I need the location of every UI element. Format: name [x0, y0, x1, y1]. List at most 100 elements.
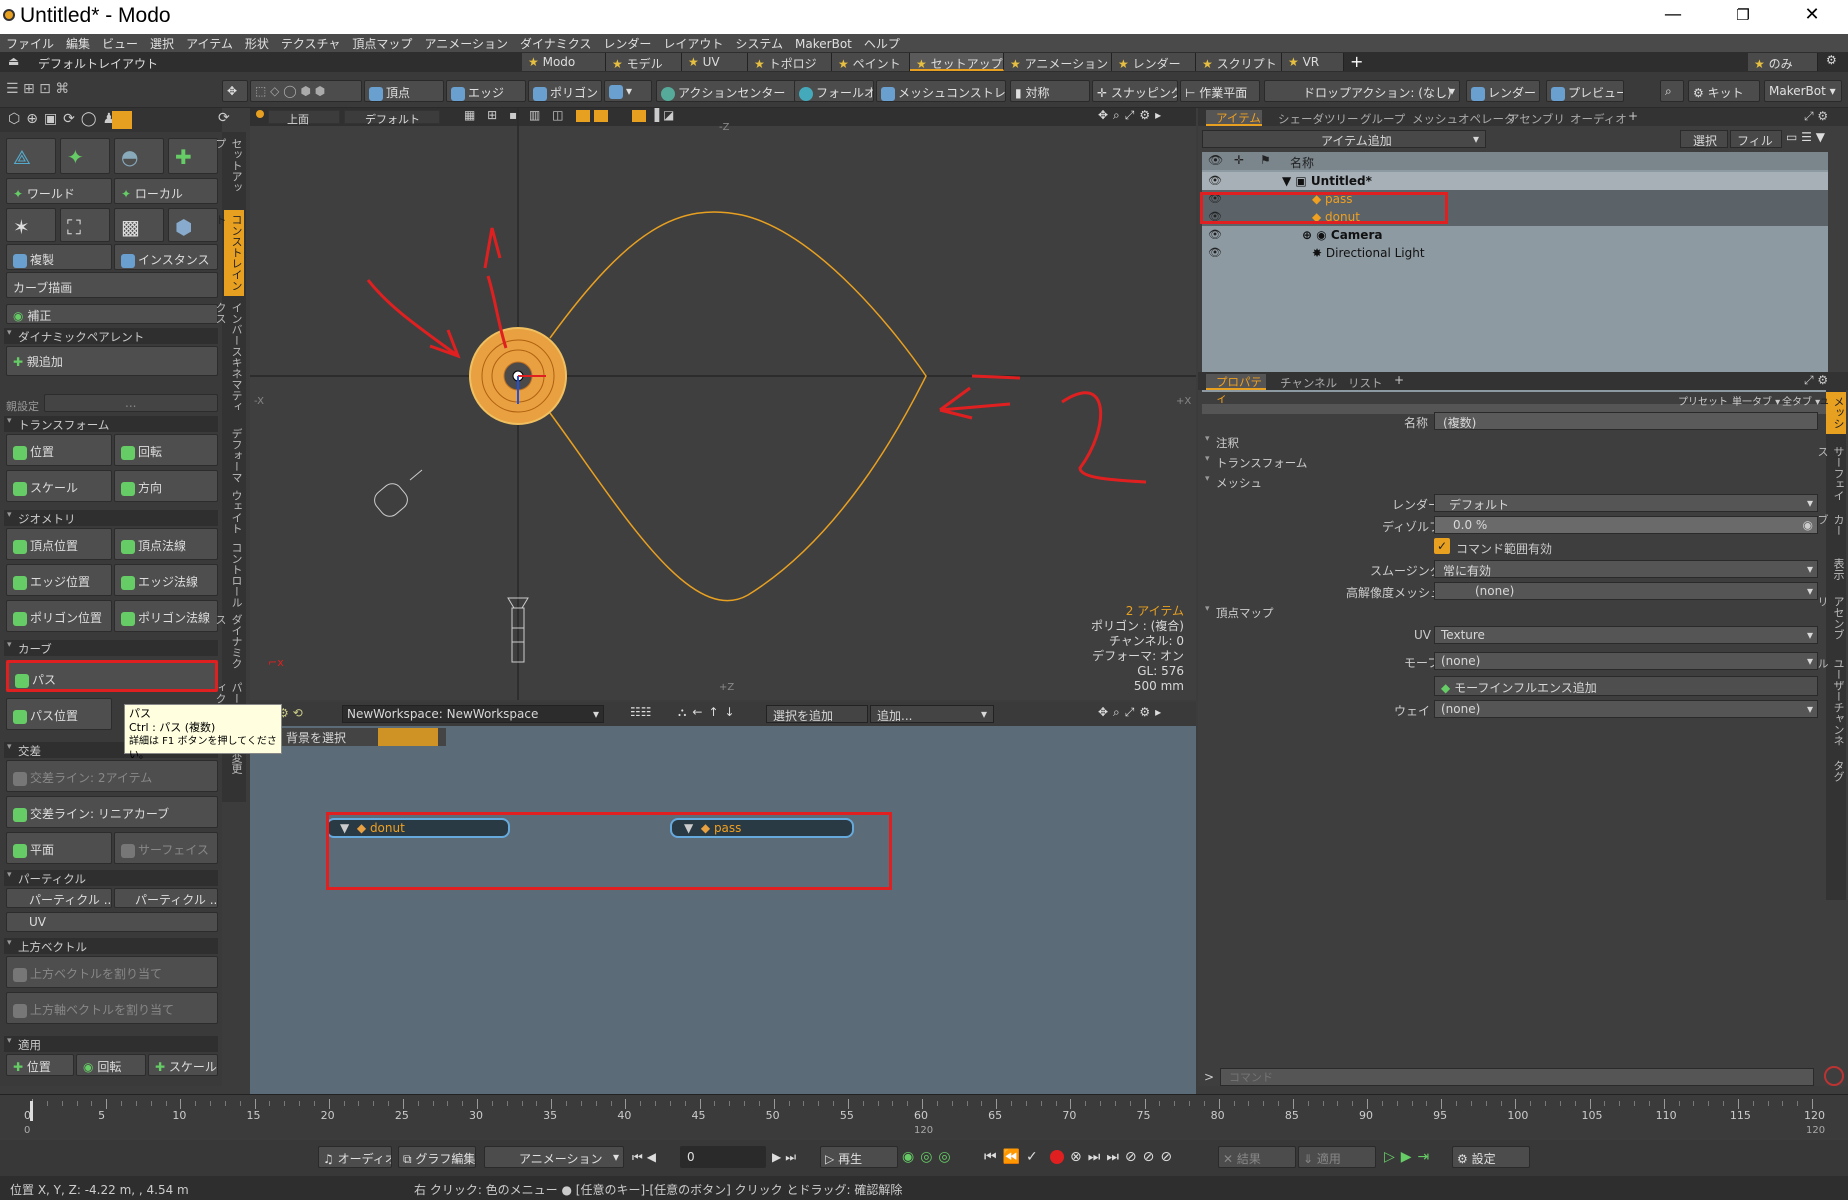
viewport-nav-icons[interactable]: ✥⌕⤢⚙▸	[1098, 108, 1166, 123]
rotation-constraint-button[interactable]: 回転	[114, 434, 218, 466]
command-range-checkbox[interactable]: ✓	[1434, 538, 1450, 554]
tab-channels[interactable]: チャンネル	[1280, 375, 1337, 391]
vtab-dynamics[interactable]: ダイナミクス	[214, 610, 244, 676]
world-button[interactable]: ✦ ワールド	[6, 178, 112, 204]
section-curve[interactable]: カーブ	[4, 640, 218, 656]
menu-render[interactable]: レンダー	[597, 34, 657, 52]
vertex-position-button[interactable]: 頂点位置	[6, 528, 112, 560]
select-button[interactable]: 選択	[1680, 130, 1728, 148]
tab-groups[interactable]: グループ	[1360, 111, 1405, 127]
tab-paint[interactable]: ★ ペイント	[832, 53, 910, 71]
add-selection-button[interactable]: 選択を追加	[766, 705, 868, 723]
timeline[interactable]: 0 5 10 15 20 25 30 35 40 45 50 55 60 65 70 75 80 85 90 95 10…	[0, 1094, 1848, 1138]
path-position-button[interactable]: パス位置	[6, 698, 112, 730]
tab-vr[interactable]: ★ VR	[1282, 53, 1344, 71]
record-icon[interactable]	[1050, 1150, 1064, 1164]
group-locator-icon[interactable]: ⛶	[60, 208, 110, 242]
add-tab-button[interactable]: +	[1350, 52, 1363, 71]
name-field[interactable]: (複数)	[1434, 412, 1818, 430]
morph-dropdown[interactable]: (none) ▾	[1434, 652, 1818, 670]
layout-menu-icon[interactable]: ⏏	[8, 54, 19, 68]
refresh-icon[interactable]: ⟳	[218, 110, 230, 126]
tab-uv[interactable]: ★ UV	[682, 53, 748, 71]
path-curve[interactable]	[549, 211, 927, 602]
preview-button[interactable]: プレビュー	[1546, 80, 1624, 102]
workplane-button[interactable]: ⊢ 作業平面	[1180, 80, 1260, 102]
edge-mode-button[interactable]: エッジ	[446, 80, 526, 102]
vtab-control[interactable]: コントロール	[224, 538, 244, 608]
side-tab-user-channels[interactable]: ユーザーチャンネル	[1816, 654, 1846, 750]
command-input[interactable]	[1220, 1068, 1814, 1086]
polygon-normal-button[interactable]: ポリゴン法線	[114, 600, 218, 632]
tab-assembly[interactable]: アセンブリ	[1508, 111, 1565, 127]
side-tab-assembly[interactable]: アセンブリ	[1816, 592, 1846, 646]
weight-dropdown[interactable]: (none) ▾	[1434, 700, 1818, 718]
tab-mesh-operators[interactable]: メッシュオペレータ	[1412, 111, 1516, 127]
particle-button-1[interactable]: パーティクル ...	[6, 888, 112, 908]
side-tab-curve[interactable]: カーブ	[1816, 510, 1846, 546]
correction-toggle[interactable]: ◉ 補正	[6, 304, 218, 324]
viewport-toggle-icon[interactable]	[594, 110, 608, 122]
intersect-2items-button[interactable]: 交差ライン: 2アイテム	[6, 760, 218, 792]
play-button[interactable]: ▷ 再生	[820, 1146, 898, 1168]
menu-animation[interactable]: アニメーション	[418, 34, 514, 52]
tab-model[interactable]: ★ モデル	[606, 53, 682, 71]
render-dropdown[interactable]: デフォルト ▾	[1434, 494, 1818, 512]
curve-draw-button[interactable]: カーブ描画	[6, 272, 218, 298]
preset-label[interactable]: プリセット	[1678, 393, 1728, 408]
step-back-icons[interactable]: ⏮◀	[632, 1150, 660, 1165]
joint-tool-icon[interactable]: ✦	[60, 138, 110, 174]
section-geometry[interactable]: ジオメトリ	[4, 510, 218, 526]
playback-green-icons[interactable]: ▷▶⇥	[1384, 1149, 1435, 1165]
uv-dropdown[interactable]: Texture ▾	[1434, 626, 1818, 644]
item-mode-dropdown[interactable]: ▾	[604, 80, 652, 102]
tab-animation[interactable]: ★ アニメーション	[1004, 53, 1112, 71]
assign-up-axis-button[interactable]: 上方軸ベクトルを割り当て	[6, 992, 218, 1024]
add-dropdown[interactable]: 追加... ▾	[870, 705, 994, 723]
menu-view[interactable]: ビュー	[96, 34, 144, 52]
menu-file[interactable]: ファイル	[0, 34, 60, 52]
intersect-linear-button[interactable]: 交差ライン: リニアカーブ	[6, 796, 218, 828]
view-type-dropdown[interactable]: 上面	[268, 110, 340, 126]
kit-button[interactable]: ⚙ キット	[1688, 80, 1760, 102]
menu-select[interactable]: 選択	[144, 34, 180, 52]
animation-mode-dropdown[interactable]: アニメーション ▾	[484, 1146, 624, 1168]
side-tab-tags[interactable]: タグ	[1826, 756, 1846, 786]
polygon-mode-button[interactable]: ポリゴン	[528, 80, 602, 102]
local-button[interactable]: ✦ ローカル	[114, 178, 218, 204]
add-tab-icon[interactable]: +	[1628, 109, 1638, 123]
side-tab-surface[interactable]: サーフェイス	[1816, 442, 1846, 504]
menu-system[interactable]: システム	[729, 34, 789, 52]
viewport-toggle-icon[interactable]	[576, 110, 590, 122]
minimize-button[interactable]: —	[1658, 4, 1688, 25]
section-transform[interactable]: トランスフォーム	[1202, 454, 1822, 470]
mesh-constraint-button[interactable]: メッシュコンストレイント	[876, 80, 1006, 102]
toolbar-menu-icon[interactable]: ☰ ⊞ ⊡ ⌘	[6, 81, 69, 97]
maximize-button[interactable]: ❐	[1728, 6, 1758, 24]
vertex-mode-button[interactable]: 頂点	[364, 80, 444, 102]
single-tab-dropdown[interactable]: 単一タブ ▾	[1732, 393, 1780, 408]
panel-expand-icon[interactable]: ⤢ ⚙	[1804, 109, 1828, 124]
locator-icon[interactable]: ✶	[6, 208, 56, 242]
apply-rotation-button[interactable]: ◉ 回転	[76, 1054, 146, 1076]
vertex-normal-button[interactable]: 頂点法線	[114, 528, 218, 560]
viewport-option-icons[interactable]: ▦ ⊞ ▪ ▥ ◫	[464, 108, 567, 122]
drop-action-dropdown[interactable]: ドロップアクション: (なし) ▾	[1264, 80, 1460, 102]
item-row-light[interactable]: ✸ Directional Light	[1202, 244, 1828, 262]
menu-help[interactable]: ヘルプ	[858, 34, 906, 52]
schematic-toggle-icons[interactable]	[378, 728, 438, 746]
skeleton-tool-icon[interactable]: ✚	[168, 138, 218, 174]
polygon-position-button[interactable]: ポリゴン位置	[6, 600, 112, 632]
tab-topology[interactable]: ★ トポロジ	[748, 53, 832, 71]
dissolve-slider[interactable]: 0.0 % ◉	[1434, 516, 1818, 534]
add-item-dropdown[interactable]: アイテム追加 ▾	[1202, 130, 1486, 148]
close-button[interactable]: ✕	[1797, 4, 1827, 25]
item-row-scene[interactable]: ▼ ▣ Untitled*	[1202, 172, 1828, 190]
constraint-tool-active-icon[interactable]	[112, 111, 132, 129]
tab-properties[interactable]: プロパティ	[1206, 374, 1266, 405]
makerbot-dropdown[interactable]: MakerBot ▾	[1764, 80, 1842, 102]
vtab-constraint[interactable]: コンストレイント	[214, 210, 244, 296]
tab-only[interactable]: ★ のみ	[1748, 53, 1818, 71]
edge-normal-button[interactable]: エッジ法線	[114, 564, 218, 596]
render-button[interactable]: レンダー	[1466, 80, 1540, 102]
